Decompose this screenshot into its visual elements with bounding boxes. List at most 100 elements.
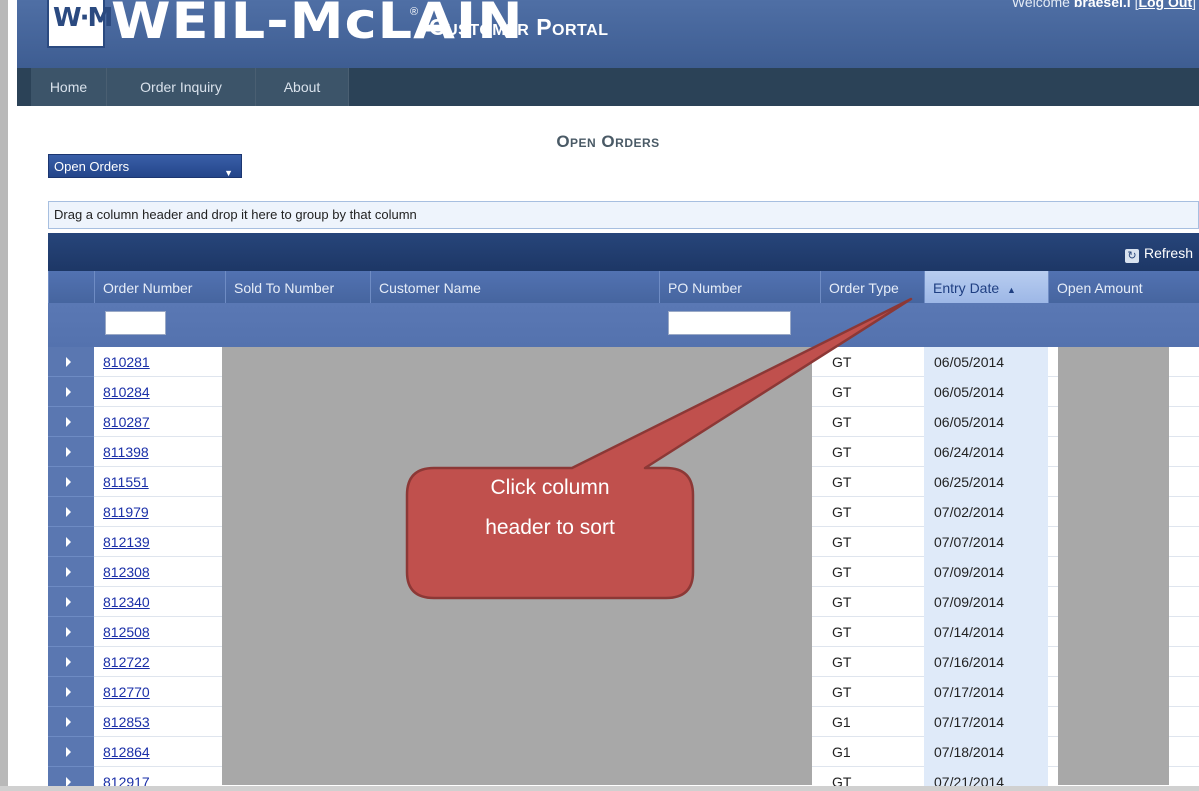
header-open-amount[interactable]: Open Amount: [1048, 271, 1199, 303]
row-expander-button[interactable]: [48, 527, 94, 557]
portal-header: W·M WEIL-McLAIN ® Customer Portal Welcom…: [17, 0, 1199, 68]
row-expander-button[interactable]: [48, 497, 94, 527]
expand-arrow-icon: [66, 537, 71, 547]
entry-date-cell: 07/21/2014: [934, 774, 1005, 786]
sort-ascending-icon: ▲: [1007, 285, 1016, 295]
nav-about[interactable]: About: [256, 68, 349, 106]
entry-date-cell: 07/18/2014: [934, 744, 1005, 760]
window-bottom-border: [0, 786, 1199, 791]
expand-arrow-icon: [66, 627, 71, 637]
window-left-border: [0, 0, 8, 791]
expand-arrow-icon: [66, 507, 71, 517]
order-number-link[interactable]: 811979: [103, 497, 149, 527]
portal-title: Customer Portal: [429, 14, 609, 40]
nav-order-inquiry[interactable]: Order Inquiry: [107, 68, 256, 106]
header-sold-to-number[interactable]: Sold To Number: [225, 271, 370, 303]
order-number-link[interactable]: 812770: [103, 677, 150, 707]
expand-arrow-icon: [66, 747, 71, 757]
order-type-cell: G1: [832, 714, 851, 730]
order-number-link[interactable]: 812340: [103, 587, 150, 617]
nav-home[interactable]: Home: [31, 68, 107, 106]
expand-arrow-icon: [66, 567, 71, 577]
header-order-number[interactable]: Order Number: [94, 271, 225, 303]
row-expander-button[interactable]: [48, 347, 94, 377]
header-customer-name[interactable]: Customer Name: [370, 271, 659, 303]
view-select-dropdown[interactable]: Open Orders ▼: [48, 154, 242, 178]
entry-date-cell: 07/17/2014: [934, 684, 1005, 700]
redacted-area: [1058, 347, 1169, 785]
order-number-link[interactable]: 811551: [103, 467, 149, 497]
order-type-cell: GT: [832, 504, 852, 520]
row-expander-button[interactable]: [48, 437, 94, 467]
order-number-link[interactable]: 812917: [103, 767, 150, 786]
group-by-drop-zone[interactable]: Drag a column header and drop it here to…: [48, 201, 1199, 229]
username: braesel.l: [1073, 0, 1131, 10]
order-number-filter-input[interactable]: [105, 311, 166, 335]
header-order-type[interactable]: Order Type: [820, 271, 924, 303]
order-number-link[interactable]: 812864: [103, 737, 150, 767]
logout-link[interactable]: Log Out: [1138, 0, 1192, 10]
refresh-label: Refresh: [1143, 245, 1193, 261]
grid-filter-row: [48, 303, 1199, 347]
entry-date-cell: 07/16/2014: [934, 654, 1005, 670]
order-type-cell: GT: [832, 624, 852, 640]
entry-date-cell: 06/05/2014: [934, 354, 1005, 370]
order-number-link[interactable]: 812139: [103, 527, 150, 557]
welcome-label: Welcome: [1011, 0, 1070, 10]
order-type-cell: GT: [832, 684, 852, 700]
main-nav: Home Order Inquiry About: [17, 68, 1199, 106]
order-number-link[interactable]: 812853: [103, 707, 150, 737]
expander-header: [48, 271, 94, 303]
header-entry-date[interactable]: Entry Date ▲: [924, 271, 1048, 303]
entry-date-cell: 07/09/2014: [934, 564, 1005, 580]
grid-toolbar: ↻ Refresh: [48, 233, 1199, 271]
order-number-link[interactable]: 810284: [103, 377, 150, 407]
order-number-link[interactable]: 812722: [103, 647, 150, 677]
order-type-cell: GT: [832, 534, 852, 550]
entry-date-cell: 07/09/2014: [934, 594, 1005, 610]
order-number-link[interactable]: 812508: [103, 617, 150, 647]
order-type-cell: GT: [832, 384, 852, 400]
registered-mark: ®: [410, 6, 419, 18]
header-po-number[interactable]: PO Number: [659, 271, 820, 303]
order-type-cell: GT: [832, 774, 852, 786]
row-expander-button[interactable]: [48, 677, 94, 707]
row-expander-button[interactable]: [48, 707, 94, 737]
row-expander-button[interactable]: [48, 587, 94, 617]
row-expander-button[interactable]: [48, 737, 94, 767]
order-number-link[interactable]: 810281: [103, 347, 150, 377]
expand-arrow-icon: [66, 777, 71, 786]
expand-arrow-icon: [66, 417, 71, 427]
entry-date-cell: 07/07/2014: [934, 534, 1005, 550]
expand-arrow-icon: [66, 447, 71, 457]
expand-arrow-icon: [66, 657, 71, 667]
order-number-link[interactable]: 812308: [103, 557, 150, 587]
order-type-cell: G1: [832, 744, 851, 760]
row-expander-button[interactable]: [48, 557, 94, 587]
callout-text: Click column header to sort: [407, 468, 693, 548]
callout-line-2: header to sort: [485, 516, 615, 539]
callout-line-1: Click column: [490, 476, 610, 499]
order-type-cell: GT: [832, 564, 852, 580]
row-expander-button[interactable]: [48, 647, 94, 677]
refresh-button[interactable]: ↻ Refresh: [1124, 245, 1193, 263]
bracket-close: ]: [1192, 0, 1196, 10]
order-type-cell: GT: [832, 594, 852, 610]
order-number-link[interactable]: 810287: [103, 407, 150, 437]
entry-date-cell: 07/02/2014: [934, 504, 1005, 520]
row-expander-button[interactable]: [48, 767, 94, 786]
view-select-value: Open Orders: [54, 159, 130, 174]
row-expander-button[interactable]: [48, 617, 94, 647]
welcome-text: Welcome braesel.l [Log Out]: [1012, 0, 1196, 10]
row-expander-button[interactable]: [48, 407, 94, 437]
order-type-cell: GT: [832, 414, 852, 430]
customer-portal-app: W·M WEIL-McLAIN ® Customer Portal Welcom…: [17, 0, 1199, 786]
refresh-icon: ↻: [1124, 249, 1139, 263]
row-expander-button[interactable]: [48, 467, 94, 497]
entry-date-cell: 06/25/2014: [934, 474, 1005, 490]
order-number-link[interactable]: 811398: [103, 437, 149, 467]
order-type-cell: GT: [832, 654, 852, 670]
po-number-filter-input[interactable]: [668, 311, 791, 335]
page-title: Open Orders: [556, 132, 660, 151]
row-expander-button[interactable]: [48, 377, 94, 407]
